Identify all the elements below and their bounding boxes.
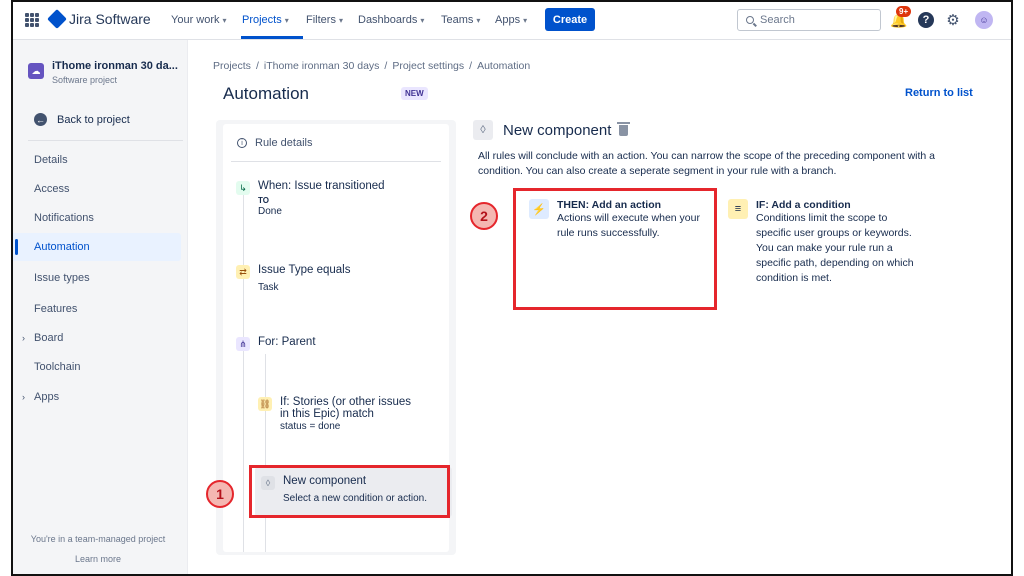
component-description: All rules will conclude with an action. … bbox=[478, 150, 936, 177]
active-nav-indicator bbox=[241, 36, 303, 39]
chevron-right-icon: › bbox=[22, 392, 25, 402]
divider bbox=[28, 140, 183, 141]
chevron-right-icon: › bbox=[22, 333, 25, 343]
rule-connector-line bbox=[243, 194, 244, 552]
nav-projects[interactable]: Projects ▾ bbox=[242, 14, 289, 26]
top-navigation: Jira Software Your work ▾ Projects ▾ Filte… bbox=[13, 2, 1011, 40]
sidebar-item-toolchain[interactable]: Toolchain bbox=[13, 353, 181, 381]
sidebar-item-notifications[interactable]: Notifications bbox=[13, 204, 181, 232]
profile-button[interactable]: ☺ bbox=[975, 11, 993, 29]
sidebar-item-automation[interactable]: Automation bbox=[13, 233, 181, 261]
search-input[interactable]: Search bbox=[737, 9, 881, 31]
trigger-step[interactable]: ↳ When: Issue transitioned TO Done bbox=[236, 180, 385, 217]
settings-icon[interactable]: ⚙ bbox=[944, 11, 962, 29]
project-name: iThome ironman 30 da... bbox=[52, 60, 178, 72]
nav-apps[interactable]: Apps ▾ bbox=[495, 14, 527, 26]
breadcrumb-project-settings[interactable]: Project settings bbox=[392, 60, 464, 72]
highlight-box-2 bbox=[513, 188, 717, 310]
project-type: Software project bbox=[52, 75, 118, 85]
search-icon bbox=[746, 16, 754, 24]
chevron-down-icon: ▾ bbox=[523, 15, 528, 25]
help-button[interactable]: ? bbox=[917, 11, 935, 29]
condition-step[interactable]: ⇄ Issue Type equals Task bbox=[236, 264, 351, 293]
nav-dashboards[interactable]: Dashboards ▾ bbox=[358, 14, 424, 26]
avatar: ☺ bbox=[975, 11, 993, 29]
project-avatar-icon: ☁ bbox=[28, 63, 44, 79]
if-step[interactable]: ⛓ If: Stories (or other issues in this E… bbox=[258, 396, 411, 432]
back-label: Back to project bbox=[57, 113, 130, 126]
trash-icon[interactable] bbox=[617, 121, 631, 136]
back-to-project-link[interactable]: ← Back to project bbox=[34, 113, 130, 126]
create-button[interactable]: Create bbox=[545, 8, 595, 31]
breadcrumb-automation[interactable]: Automation bbox=[477, 60, 530, 72]
if-add-condition-option[interactable]: ≡ IF: Add a condition Conditions limit t… bbox=[728, 199, 918, 286]
project-header[interactable]: ☁ iThome ironman 30 da... Software proje… bbox=[28, 60, 178, 85]
chevron-down-icon: ▾ bbox=[222, 15, 227, 25]
nav-teams[interactable]: Teams ▾ bbox=[441, 14, 480, 26]
if-title-line2: in this Epic) match bbox=[280, 408, 374, 420]
condition-value: Task bbox=[258, 282, 279, 293]
chevron-down-icon: ▾ bbox=[338, 15, 343, 25]
app-frame: Jira Software Your work ▾ Projects ▾ Filte… bbox=[11, 0, 1013, 576]
sidebar-item-features[interactable]: Features bbox=[13, 295, 181, 323]
if-option-title: IF: Add a condition bbox=[756, 199, 851, 211]
sidebar-item-board[interactable]: › Board bbox=[13, 324, 181, 352]
search-placeholder: Search bbox=[760, 14, 795, 26]
rule-details-label: Rule details bbox=[255, 137, 313, 149]
sidebar: ☁ iThome ironman 30 da... Software proje… bbox=[13, 40, 188, 574]
jira-logo[interactable]: Jira Software bbox=[47, 9, 151, 29]
trigger-title: When: Issue transitioned bbox=[258, 180, 385, 192]
chevron-down-icon: ▾ bbox=[284, 15, 289, 25]
new-lozenge: NEW bbox=[401, 87, 428, 100]
team-managed-note: You're in a team-managed project bbox=[30, 534, 166, 544]
branch-step[interactable]: ⋔ For: Parent bbox=[236, 336, 316, 351]
product-name: Jira Software bbox=[69, 11, 151, 27]
sidebar-item-access[interactable]: Access bbox=[13, 175, 181, 203]
branch-title: For: Parent bbox=[258, 336, 316, 348]
condition-title: Issue Type equals bbox=[258, 264, 351, 276]
divider bbox=[231, 161, 441, 162]
trigger-to-label: TO bbox=[258, 196, 269, 205]
component-header: ◊ New component bbox=[473, 120, 631, 140]
component-icon: ◊ bbox=[473, 120, 493, 140]
sidebar-item-issue-types[interactable]: Issue types bbox=[13, 264, 181, 292]
learn-more-link[interactable]: Learn more bbox=[13, 554, 183, 564]
help-icon: ? bbox=[918, 12, 934, 28]
transition-icon: ↳ bbox=[236, 181, 250, 195]
if-value: status = done bbox=[280, 421, 341, 432]
component-title: New component bbox=[503, 121, 612, 139]
if-title-line1: If: Stories (or other issues bbox=[280, 396, 412, 408]
app-switcher-icon[interactable] bbox=[25, 13, 39, 27]
arrow-left-icon: ← bbox=[34, 113, 47, 126]
sidebar-item-apps[interactable]: › Apps bbox=[13, 383, 181, 411]
trigger-to-value: Done bbox=[258, 206, 282, 217]
info-icon: i bbox=[237, 138, 247, 148]
jira-logo-icon bbox=[47, 9, 67, 29]
breadcrumb: Projects / iThome ironman 30 days / Project … bbox=[213, 60, 531, 72]
page-title: Automation bbox=[223, 84, 309, 103]
highlight-box-1 bbox=[249, 465, 450, 518]
breadcrumb-projects[interactable]: Projects bbox=[213, 60, 251, 72]
branch-connector-line bbox=[265, 354, 266, 552]
notification-badge: 9+ bbox=[896, 6, 912, 17]
nav-your-work[interactable]: Your work ▾ bbox=[171, 14, 227, 26]
nav-filters[interactable]: Filters ▾ bbox=[306, 14, 343, 26]
branch-icon: ⋔ bbox=[236, 337, 250, 351]
return-to-list-link[interactable]: Return to list bbox=[905, 87, 973, 99]
step-marker-2: 2 bbox=[470, 202, 498, 230]
chevron-down-icon: ▾ bbox=[476, 15, 481, 25]
filter-icon: ≡ bbox=[728, 199, 748, 219]
chevron-down-icon: ▾ bbox=[420, 15, 425, 25]
breadcrumb-project[interactable]: iThome ironman 30 days bbox=[264, 60, 380, 72]
step-marker-1: 1 bbox=[206, 480, 234, 508]
if-option-description: Conditions limit the scope to specific u… bbox=[756, 212, 914, 284]
rule-details-link[interactable]: i Rule details bbox=[237, 137, 312, 149]
link-icon: ⛓ bbox=[258, 397, 272, 411]
sidebar-item-details[interactable]: Details bbox=[13, 146, 181, 174]
condition-icon: ⇄ bbox=[236, 265, 250, 279]
